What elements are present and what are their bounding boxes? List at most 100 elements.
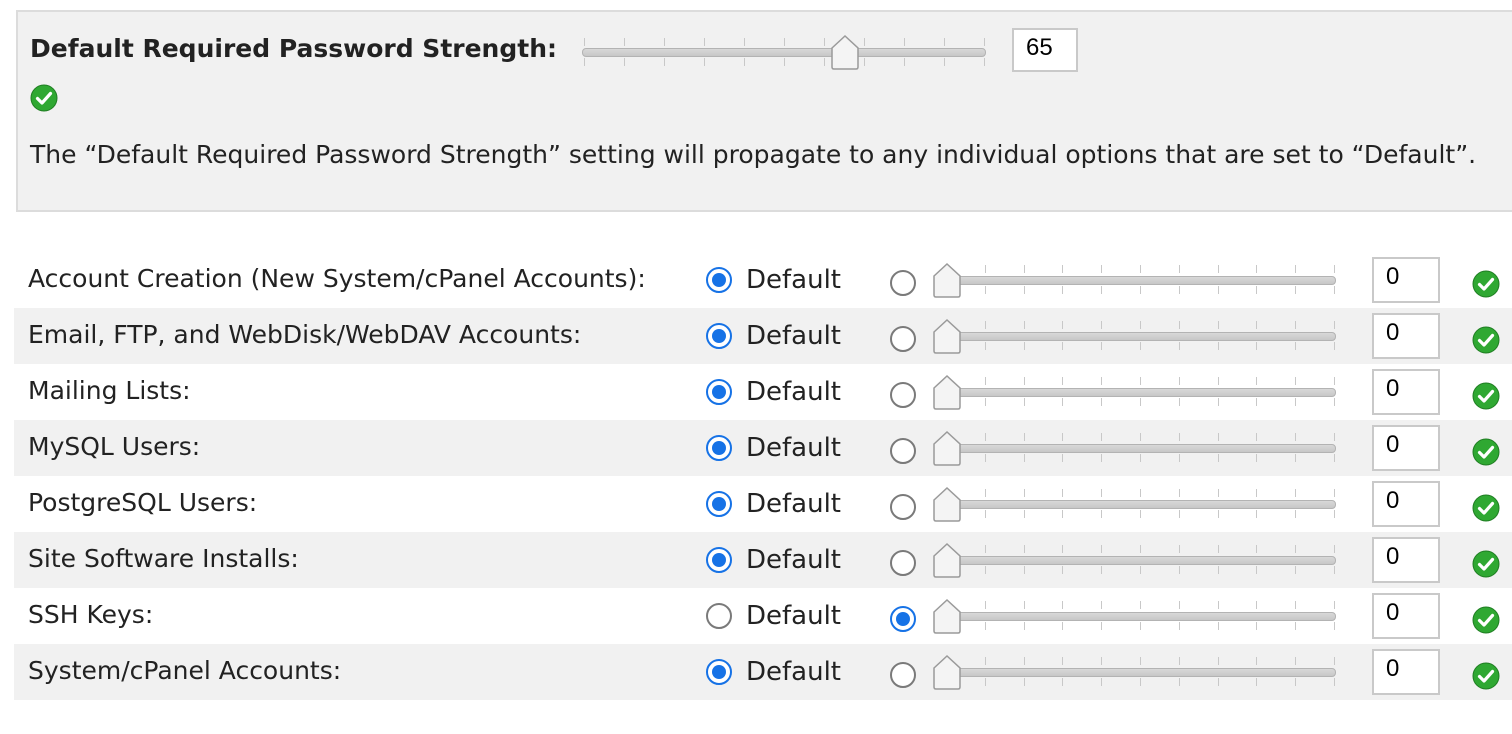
slider-tick [1217, 678, 1219, 686]
strength-slider[interactable] [932, 596, 1336, 636]
slider-tick [1101, 342, 1103, 350]
default-radio-label[interactable]: Default [746, 433, 841, 463]
default-radio[interactable] [706, 379, 732, 405]
slider-tick [1062, 545, 1064, 553]
slider-thumb[interactable] [932, 262, 962, 298]
strength-input[interactable]: 0 [1372, 593, 1440, 639]
slider-tick [984, 489, 986, 497]
custom-radio[interactable] [890, 326, 916, 352]
strength-slider[interactable] [932, 540, 1336, 580]
slider-tick [1256, 657, 1258, 665]
strength-input[interactable]: 0 [1372, 649, 1440, 695]
slider-track[interactable] [946, 668, 1336, 677]
slider-tick [984, 433, 986, 441]
default-radio-label[interactable]: Default [746, 657, 841, 687]
slider-thumb[interactable] [932, 318, 962, 354]
strength-input[interactable]: 0 [1372, 369, 1440, 415]
slider-tick [984, 545, 986, 553]
slider-tick [1217, 286, 1219, 294]
slider-tick [1217, 622, 1219, 630]
slider-tick [1217, 398, 1219, 406]
slider-thumb[interactable] [932, 430, 962, 466]
slider-tick [984, 265, 986, 273]
slider-tick [1256, 342, 1258, 350]
custom-radio[interactable] [890, 438, 916, 464]
slider-tick [1334, 454, 1335, 462]
option-label: Email, FTP, and WebDisk/WebDAV Accounts: [28, 320, 582, 349]
slider-tick [1334, 657, 1335, 665]
default-radio-label[interactable]: Default [746, 265, 841, 295]
slider-tick [1256, 601, 1258, 609]
default-radio-label[interactable]: Default [746, 545, 841, 575]
custom-radio[interactable] [890, 550, 916, 576]
default-radio[interactable] [706, 547, 732, 573]
slider-tick [984, 321, 986, 329]
slider-tick [1140, 286, 1141, 294]
default-radio[interactable] [706, 267, 732, 293]
slider-thumb[interactable] [932, 654, 962, 690]
slider-thumb[interactable] [932, 374, 962, 410]
strength-input[interactable]: 0 [1372, 537, 1440, 583]
slider-tick [984, 566, 986, 574]
strength-input[interactable]: 0 [1372, 257, 1440, 303]
slider-tick [624, 58, 625, 66]
slider-thumb[interactable] [932, 542, 962, 578]
custom-radio[interactable] [890, 606, 916, 632]
default-radio-label[interactable]: Default [746, 377, 841, 407]
slider-tick [984, 678, 986, 686]
strength-slider[interactable] [932, 484, 1336, 524]
default-radio[interactable] [706, 435, 732, 461]
default-radio[interactable] [706, 659, 732, 685]
slider-tick [1217, 510, 1219, 518]
slider-tick [1062, 510, 1064, 518]
slider-tick [1217, 433, 1219, 441]
slider-thumb[interactable] [830, 34, 860, 70]
slider-track[interactable] [946, 388, 1336, 397]
strength-input[interactable]: 0 [1372, 425, 1440, 471]
default-radio-label[interactable]: Default [746, 601, 841, 631]
slider-track[interactable] [946, 332, 1336, 341]
slider-tick [1023, 454, 1025, 462]
strength-slider[interactable] [932, 372, 1336, 412]
slider-tick [984, 601, 986, 609]
slider-tick [1295, 433, 1297, 441]
slider-track[interactable] [946, 276, 1336, 285]
custom-radio[interactable] [890, 494, 916, 520]
slider-tick [1178, 678, 1180, 686]
slider-track[interactable] [946, 444, 1336, 453]
slider-tick [1217, 454, 1219, 462]
slider-tick [1101, 622, 1103, 630]
slider-tick [1217, 657, 1219, 665]
strength-slider[interactable] [932, 316, 1336, 356]
default-radio[interactable] [706, 603, 732, 629]
slider-track[interactable] [946, 612, 1336, 621]
slider-tick [1023, 377, 1025, 385]
slider-thumb[interactable] [932, 598, 962, 634]
custom-radio[interactable] [890, 662, 916, 688]
default-radio[interactable] [706, 491, 732, 517]
slider-tick [584, 58, 585, 66]
strength-slider[interactable] [932, 428, 1336, 468]
custom-radio[interactable] [890, 382, 916, 408]
default-radio[interactable] [706, 323, 732, 349]
slider-tick [1140, 321, 1141, 329]
strength-input[interactable]: 0 [1372, 313, 1440, 359]
default-strength-slider[interactable] [582, 32, 986, 72]
option-label: PostgreSQL Users: [28, 488, 258, 517]
strength-slider[interactable] [932, 652, 1336, 692]
slider-tick [1178, 622, 1180, 630]
default-radio-label[interactable]: Default [746, 321, 841, 351]
slider-tick [824, 58, 825, 66]
strength-input[interactable]: 0 [1372, 481, 1440, 527]
slider-tick [1334, 622, 1335, 630]
slider-track[interactable] [946, 556, 1336, 565]
slider-track[interactable] [582, 48, 986, 57]
default-strength-input[interactable]: 65 [1012, 28, 1078, 72]
strength-slider[interactable] [932, 260, 1336, 300]
default-radio-label[interactable]: Default [746, 489, 841, 519]
slider-track[interactable] [946, 500, 1336, 509]
custom-radio[interactable] [890, 270, 916, 296]
slider-thumb[interactable] [932, 486, 962, 522]
slider-tick [1334, 398, 1335, 406]
slider-tick [1334, 545, 1335, 553]
